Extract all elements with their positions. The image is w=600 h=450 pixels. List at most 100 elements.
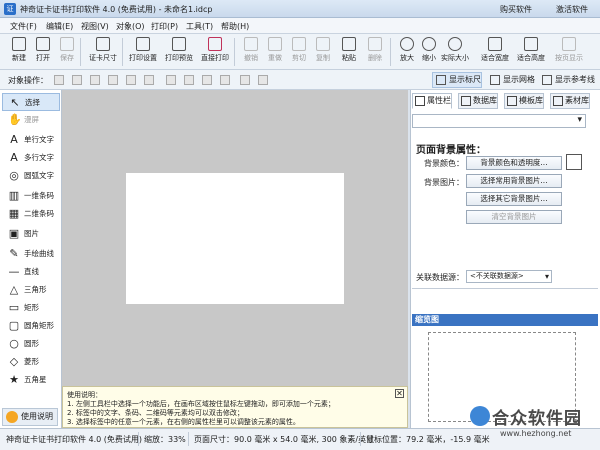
info-line: 3. 选择标签中的任意一个元素，在右侧的属性栏里可以调整该元素的属性。 xyxy=(67,418,300,426)
tab-database[interactable]: 数据库 xyxy=(458,93,498,109)
card-page[interactable] xyxy=(126,173,344,304)
barcode-icon: ▥ xyxy=(8,189,20,202)
bring-front-icon[interactable] xyxy=(166,75,176,85)
datasource-dropdown[interactable]: <不关联数据源> xyxy=(466,270,552,283)
rectangle-icon: ▭ xyxy=(8,301,20,314)
tool-diamond[interactable]: ◇ 菱形 xyxy=(2,353,60,371)
library-icon xyxy=(553,96,563,106)
show-grid-toggle[interactable]: 显示网格 xyxy=(486,72,536,88)
menu-bar: 文件(F) 编辑(E) 视图(V) 对象(O) 打印(P) 工具(T) 帮助(H… xyxy=(0,18,600,34)
close-icon[interactable]: ✕ xyxy=(395,389,404,398)
zoom-out-icon xyxy=(422,37,436,51)
align-top-icon[interactable] xyxy=(108,75,118,85)
fit-height-button[interactable]: 适合高度 xyxy=(516,36,546,68)
undo-icon xyxy=(244,37,258,51)
buy-software-link[interactable]: 购买软件 xyxy=(500,4,532,15)
tool-barcode[interactable]: ▥ 一维条码 xyxy=(2,187,60,205)
main-toolbar: 新建 打开 保存 证卡尺寸 打印设置 打印预览 直接打印 撤销 重做 剪切 复制… xyxy=(0,34,600,70)
card-size-button[interactable]: 证卡尺寸 xyxy=(88,36,118,68)
activate-software-link[interactable]: 激活软件 xyxy=(556,4,588,15)
tool-pan[interactable]: ✋ 漫屏 xyxy=(2,111,60,129)
align-center-icon[interactable] xyxy=(72,75,82,85)
actual-size-icon xyxy=(448,37,462,51)
clear-bg-image-button[interactable]: 清空背景图片 xyxy=(466,210,562,224)
print-preview-button[interactable]: 打印预览 xyxy=(164,36,194,68)
group-icon[interactable] xyxy=(202,75,212,85)
watermark-logo-icon xyxy=(470,406,490,426)
fit-height-icon xyxy=(524,37,538,51)
menu-edit[interactable]: 编辑(E) xyxy=(46,21,73,32)
status-separator xyxy=(188,432,189,446)
tool-select[interactable]: ↖ 选择 xyxy=(2,93,60,111)
copy-icon xyxy=(316,37,330,51)
align-middle-icon[interactable] xyxy=(126,75,136,85)
other-bg-image-button[interactable]: 选择其它背景图片... xyxy=(466,192,562,206)
ungroup-icon[interactable] xyxy=(220,75,230,85)
tool-image[interactable]: ▣ 图片 xyxy=(2,225,60,243)
circle-icon: ○ xyxy=(9,337,19,350)
tool-multi-line-text[interactable]: A 多行文字 xyxy=(2,149,60,167)
text-a-icon: A xyxy=(10,133,18,146)
menu-help[interactable]: 帮助(H) xyxy=(221,21,249,32)
menu-file[interactable]: 文件(F) xyxy=(10,21,37,32)
tool-rounded-rectangle[interactable]: ▢ 圆角矩形 xyxy=(2,317,60,335)
help-button[interactable]: 使用说明 xyxy=(2,408,58,426)
show-ruler-toggle[interactable]: 显示标尺 xyxy=(432,72,482,88)
tool-circle[interactable]: ○ 圆形 xyxy=(2,335,60,353)
tool-freehand[interactable]: ✎ 手绘曲线 xyxy=(2,245,60,263)
common-bg-image-button[interactable]: 选择常用背景图片... xyxy=(466,174,562,188)
grid-icon xyxy=(490,75,500,85)
menu-print[interactable]: 打印(P) xyxy=(151,21,178,32)
paste-icon xyxy=(342,37,356,51)
actual-size-button[interactable]: 实际大小 xyxy=(440,36,470,68)
status-page-size: 页面尺寸：90.0 毫米 x 54.0 毫米, 300 象素/英寸 xyxy=(194,435,375,444)
menu-tools[interactable]: 工具(T) xyxy=(186,21,213,32)
tool-triangle[interactable]: △ 三角形 xyxy=(2,281,60,299)
save-button[interactable]: 保存 xyxy=(52,36,82,68)
unlock-icon[interactable] xyxy=(258,75,268,85)
printer-icon xyxy=(208,37,222,51)
fit-page-button[interactable]: 按页显示 xyxy=(554,36,584,68)
align-right-icon[interactable] xyxy=(90,75,100,85)
fit-width-icon xyxy=(488,37,502,51)
qrcode-icon: ▦ xyxy=(8,207,20,220)
tool-arc-text[interactable]: ◎ 圆弧文字 xyxy=(2,167,60,185)
redo-icon xyxy=(268,37,282,51)
properties-icon xyxy=(415,96,425,106)
bg-color-button[interactable]: 背景颜色和透明度... xyxy=(466,156,562,170)
thumbnail-header: 缩览图 xyxy=(412,314,598,326)
watermark-url: www.hezhong.net xyxy=(500,429,572,438)
send-back-icon[interactable] xyxy=(184,75,194,85)
tool-line[interactable]: — 直线 xyxy=(2,263,60,281)
template-icon xyxy=(507,96,517,106)
bg-color-swatch[interactable] xyxy=(566,154,582,170)
align-bottom-icon[interactable] xyxy=(144,75,154,85)
tab-materials[interactable]: 素材库 xyxy=(550,93,590,109)
tool-single-line-text[interactable]: A 单行文字 xyxy=(2,131,60,149)
delete-button[interactable]: 删除 xyxy=(360,36,390,68)
object-select-dropdown[interactable] xyxy=(412,114,586,128)
panel-divider xyxy=(412,288,598,289)
object-ops-label: 对象操作： xyxy=(8,76,48,85)
tool-panel: ↖ 选择 ✋ 漫屏 A 单行文字 A 多行文字 ◎ 圆弧文字 ▥ 一维条码 ▦ 二维条码 ▣ 图… xyxy=(0,90,62,428)
tool-rectangle[interactable]: ▭ 矩形 xyxy=(2,299,60,317)
menu-view[interactable]: 视图(V) xyxy=(81,21,109,32)
tab-properties[interactable]: 属性栏 xyxy=(412,93,452,109)
usage-info-panel: 使用说明： 1. 左侧工具栏中选择一个功能后，在画布区域按住鼠标左键拖动，即可添… xyxy=(62,386,408,428)
direct-print-button[interactable]: 直接打印 xyxy=(200,36,230,68)
fit-width-button[interactable]: 适合宽度 xyxy=(480,36,510,68)
tool-qrcode[interactable]: ▦ 二维条码 xyxy=(2,205,60,223)
lightbulb-icon xyxy=(6,411,18,423)
lock-icon[interactable] xyxy=(240,75,250,85)
rounded-rectangle-icon: ▢ xyxy=(8,319,20,332)
print-settings-button[interactable]: 打印设置 xyxy=(128,36,158,68)
menu-object[interactable]: 对象(O) xyxy=(116,21,145,32)
title-bar: 证 神奇证卡证书打印软件 4.0 (免费试用) - 未命名1.idcp 购买软件… xyxy=(0,0,600,18)
folder-icon xyxy=(36,37,50,51)
tab-templates[interactable]: 模板库 xyxy=(504,93,544,109)
print-settings-icon xyxy=(136,37,150,51)
show-guides-toggle[interactable]: 显示参考线 xyxy=(538,72,596,88)
page-background-title: 页面背景属性： xyxy=(416,145,486,156)
tool-star[interactable]: ★ 五角星 xyxy=(2,371,60,389)
align-left-icon[interactable] xyxy=(54,75,64,85)
